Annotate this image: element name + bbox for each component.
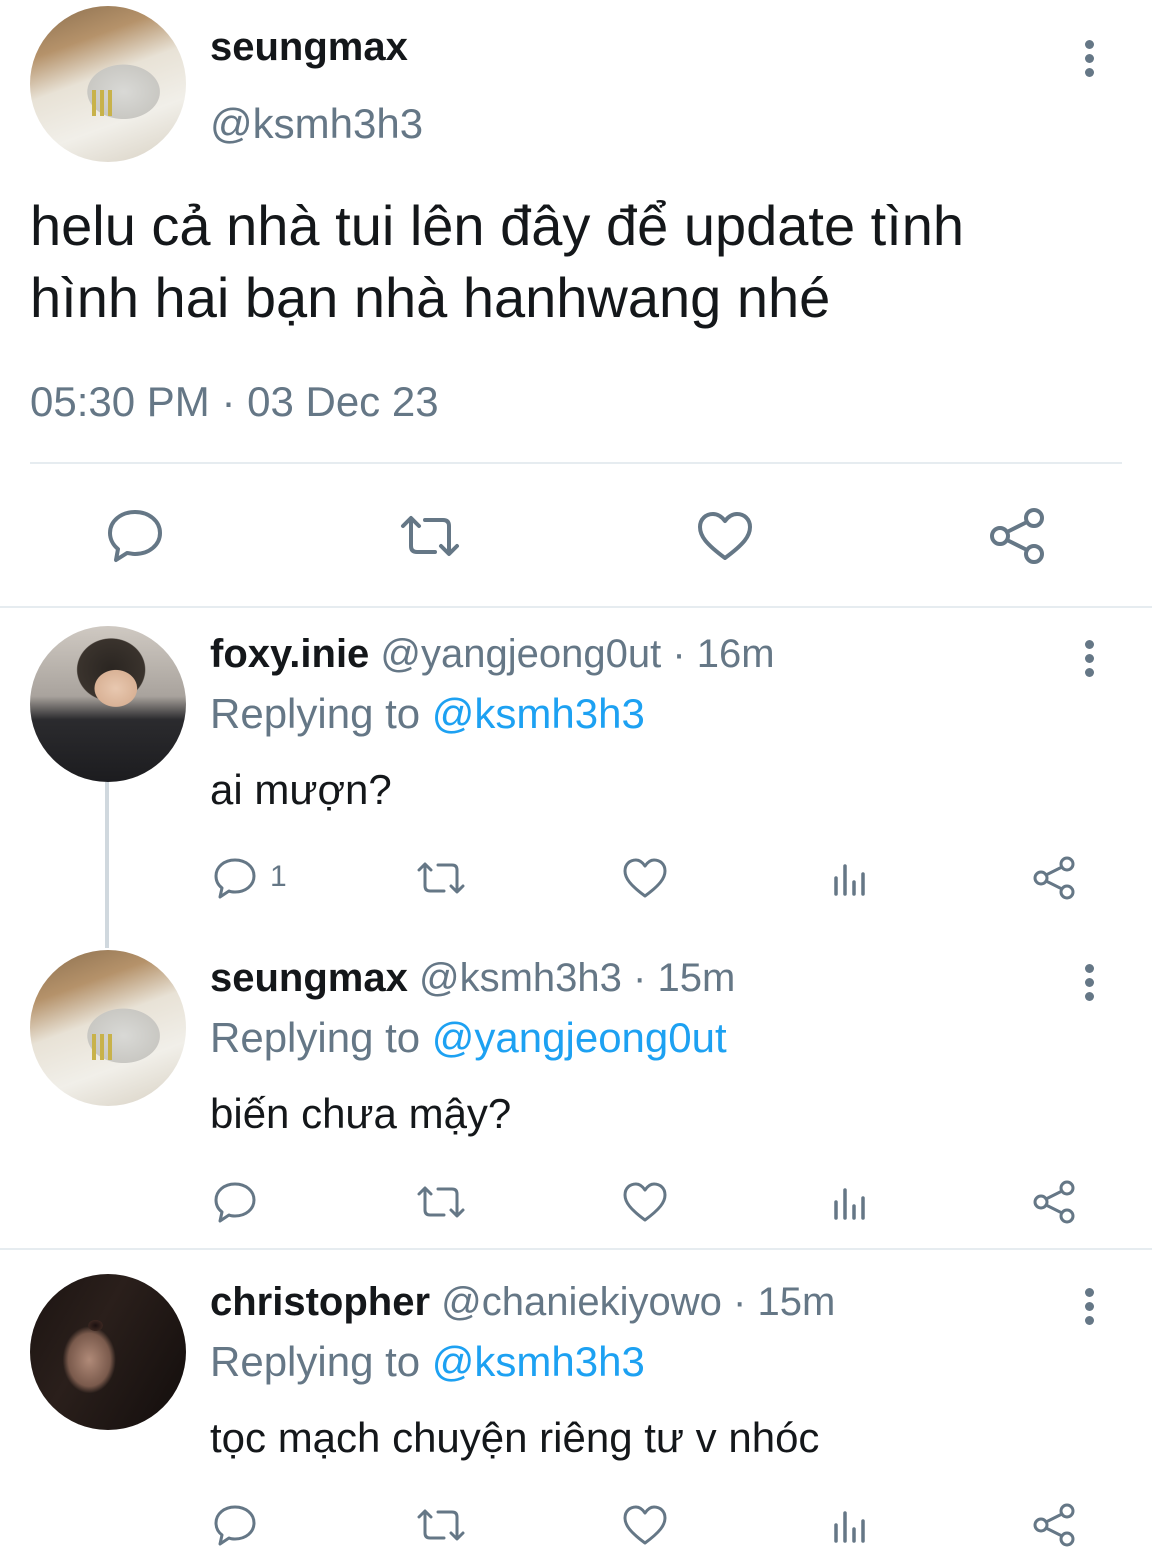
views-button[interactable] [826,1180,872,1224]
speech-bubble-icon [108,510,162,562]
replying-to-label: Replying to [210,1014,432,1061]
author-name[interactable]: christopher [210,1280,430,1324]
analytics-icon [834,864,865,896]
reply-header: seungmax @ksmh3h3 · 15m [210,956,735,1001]
reply-button[interactable] [210,1180,260,1224]
author-name[interactable]: seungmax [210,25,408,70]
views-button[interactable] [826,1503,872,1547]
share-button[interactable] [1030,1503,1080,1547]
avatar[interactable] [30,950,186,1106]
replying-to-label: Replying to [210,690,432,737]
share-icon [990,508,1044,564]
share-button[interactable] [983,505,1053,567]
avatar[interactable] [30,6,186,162]
speech-bubble-icon [214,1505,256,1546]
share-button[interactable] [1030,1180,1080,1224]
replying-to: Replying to @ksmh3h3 [210,1338,645,1386]
author-name[interactable]: seungmax [210,956,408,1000]
views-button[interactable] [826,856,872,900]
like-button[interactable] [620,856,670,900]
heart-icon [623,858,667,898]
like-button[interactable] [620,1180,670,1224]
reply-button[interactable] [210,1503,260,1547]
more-options-icon[interactable] [1083,40,1095,82]
share-button[interactable] [1030,856,1080,900]
meta-separator: · [621,956,658,1000]
heart-icon [698,512,752,560]
mention-link[interactable]: @ksmh3h3 [432,690,645,737]
reply-time: 15m [757,1280,836,1324]
author-handle[interactable]: @ksmh3h3 [419,956,622,1000]
author-handle[interactable]: @chaniekiyowo [441,1280,722,1324]
analytics-icon [834,1188,865,1220]
divider [0,1248,1152,1250]
analytics-icon [834,1511,865,1543]
reply-text: ai mượn? [210,766,392,813]
meta-separator: · [661,632,697,676]
avatar[interactable] [30,1274,186,1430]
divider [30,462,1122,464]
reply-time: 15m [657,956,736,1000]
tweet-text-line: hình hai bạn nhà hanhwang nhé [30,266,831,329]
mention-link[interactable]: @yangjeong0ut [432,1014,727,1061]
retweet-icon [401,516,459,556]
divider [0,606,1152,608]
reply-header: christopher @chaniekiyowo · 15m [210,1280,835,1325]
reply-header: foxy.inie @yangjeong0ut · 16m [210,632,775,677]
mention-link[interactable]: @ksmh3h3 [432,1338,645,1385]
author-handle[interactable]: @ksmh3h3 [210,100,423,148]
share-icon [1033,1180,1075,1224]
replying-to: Replying to @yangjeong0ut [210,1014,727,1062]
more-options-icon[interactable] [1083,640,1095,682]
thread-connector [105,782,109,948]
retweet-button[interactable] [395,505,465,567]
reply-count: 1 [270,860,287,893]
tweet-text-line: helu cả nhà tui lên đây để update tình [30,194,965,257]
reply-text: biến chưa mậy? [210,1090,512,1137]
reply-time: 16m [696,632,775,676]
meta-separator: · [721,1280,758,1324]
like-button[interactable] [690,505,760,567]
retweet-button[interactable] [413,1180,469,1224]
replying-to-label: Replying to [210,1338,432,1385]
retweet-icon [417,1186,465,1218]
avatar[interactable] [30,626,186,782]
reply-button[interactable] [210,856,260,900]
heart-icon [623,1182,667,1222]
reply-text: tọc mạch chuyện riêng tư v nhóc [210,1414,820,1461]
retweet-button[interactable] [413,856,469,900]
tweet-timestamp: 05:30 PM · 03 Dec 23 [30,378,439,425]
more-options-icon[interactable] [1083,964,1095,1006]
share-icon [1033,1503,1075,1547]
tweet-text: helu cả nhà tui lên đây để update tình h… [30,190,1110,334]
like-button[interactable] [620,1503,670,1547]
more-options-icon[interactable] [1083,1288,1095,1330]
retweet-button[interactable] [413,1503,469,1547]
replying-to: Replying to @ksmh3h3 [210,690,645,738]
author-name[interactable]: foxy.inie [210,632,369,676]
heart-icon [623,1505,667,1545]
retweet-icon [417,1509,465,1541]
author-handle[interactable]: @yangjeong0ut [380,632,661,676]
reply-button[interactable] [100,505,170,567]
share-icon [1033,856,1075,900]
retweet-icon [417,862,465,894]
speech-bubble-icon [214,1182,256,1223]
speech-bubble-icon [214,858,256,899]
